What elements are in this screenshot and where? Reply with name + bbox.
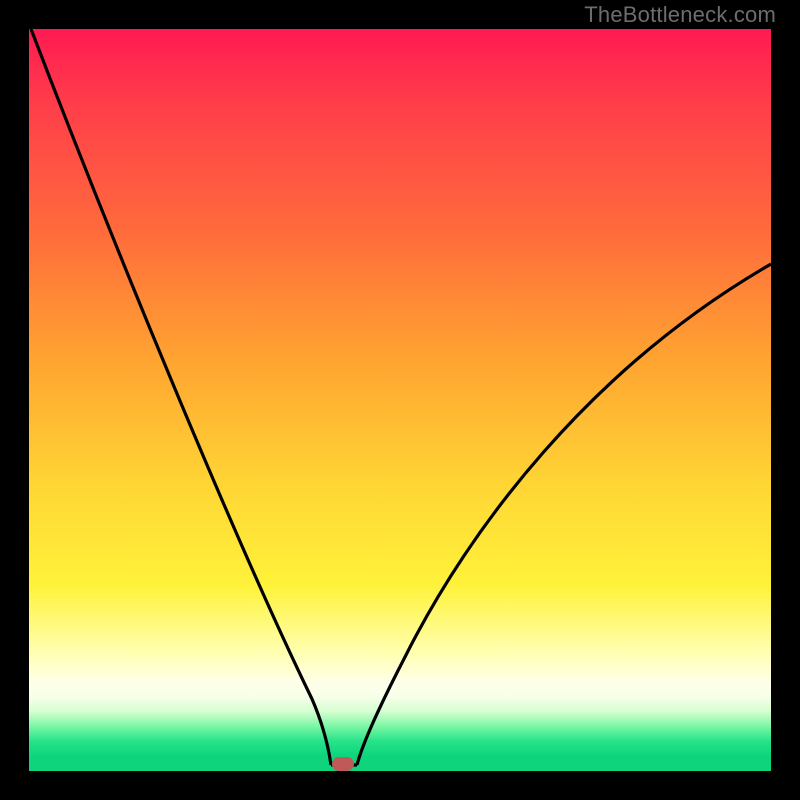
watermark-text: TheBottleneck.com (584, 2, 776, 28)
plot-area (29, 29, 771, 771)
bottleneck-curve (29, 29, 771, 771)
curve-left (31, 29, 331, 765)
optimal-marker (332, 757, 354, 771)
chart-frame: TheBottleneck.com (0, 0, 800, 800)
curve-right (357, 264, 771, 765)
